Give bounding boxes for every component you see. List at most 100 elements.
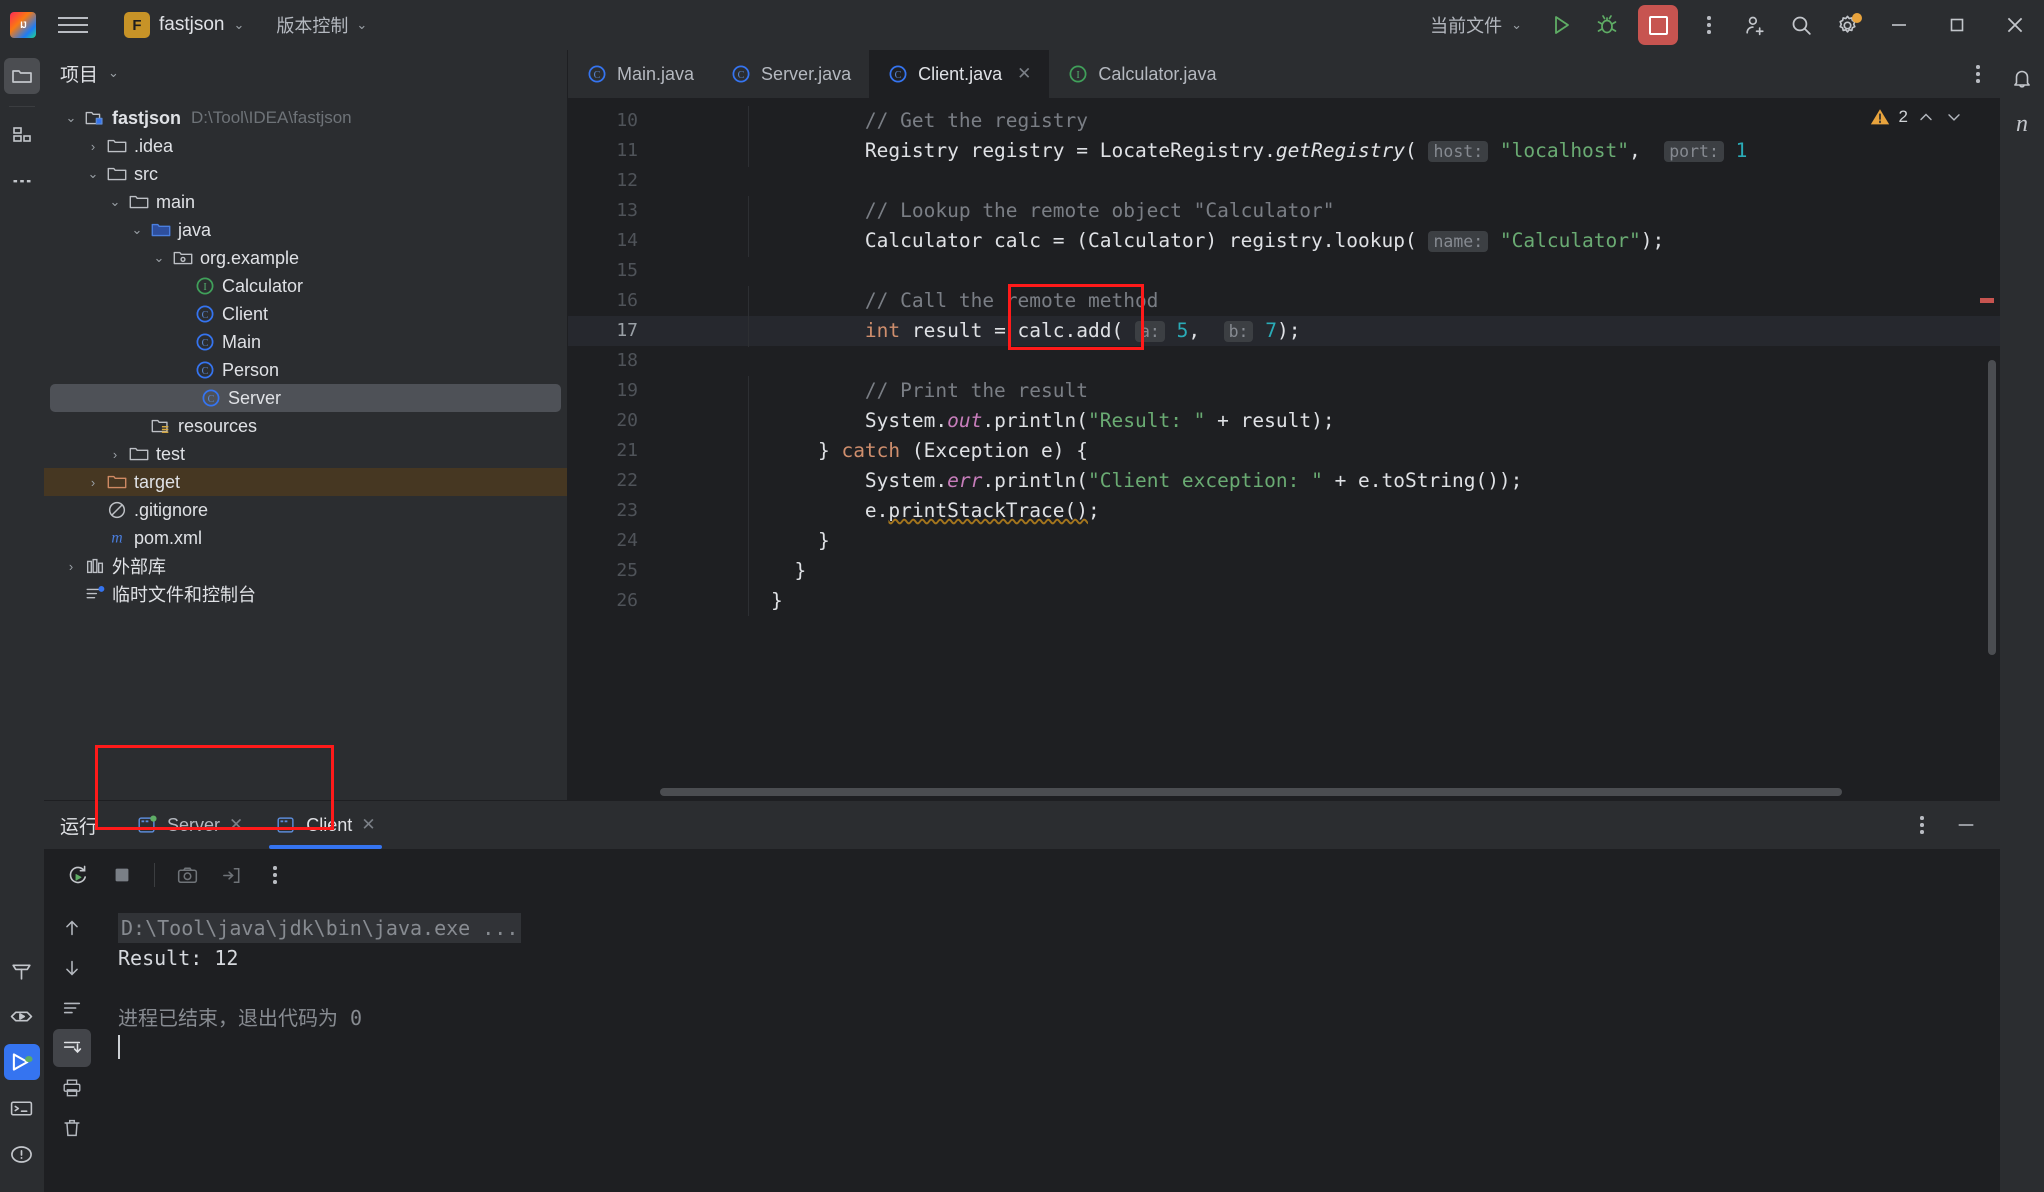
tree-node-person[interactable]: C Person	[44, 356, 567, 384]
chevron-down-icon[interactable]: ⌄	[82, 166, 104, 182]
close-icon[interactable]: ✕	[1017, 64, 1031, 84]
editor-tab-client-java[interactable]: C Client.java ✕	[869, 50, 1050, 98]
line-number[interactable]: 15	[568, 256, 656, 286]
line-number[interactable]: 10	[568, 106, 656, 136]
chevron-down-icon[interactable]: ⌄	[60, 110, 82, 126]
sidebar-item-project[interactable]	[3, 58, 40, 94]
sidebar-item-more[interactable]	[4, 163, 40, 199]
tree-node-label: Client	[222, 303, 269, 324]
console-output[interactable]: D:\Tool\java\jdk\bin\java.exe ... Result…	[100, 901, 1944, 1192]
search-everywhere-button[interactable]	[1778, 5, 1824, 45]
line-number[interactable]: 12	[568, 166, 656, 196]
line-number[interactable]: 22	[568, 466, 656, 496]
line-number[interactable]: 20	[568, 406, 656, 436]
line-number[interactable]: 13	[568, 196, 656, 226]
line-number[interactable]: 21	[568, 436, 656, 466]
close-icon[interactable]: ✕	[361, 815, 375, 835]
run-configuration-selector[interactable]: 当前文件 ⌄	[1430, 12, 1522, 38]
share-project-button[interactable]	[1732, 5, 1778, 45]
notifications-button[interactable]	[2004, 60, 2040, 96]
line-number[interactable]: 18	[568, 346, 656, 376]
scroll-up-button[interactable]	[53, 909, 91, 947]
tree-node-target[interactable]: › target	[44, 468, 567, 496]
sidebar-item-build[interactable]	[4, 952, 40, 988]
close-window-button[interactable]	[1986, 0, 2044, 50]
screenshot-button[interactable]	[167, 855, 207, 895]
hide-run-panel-button[interactable]	[1946, 805, 1986, 845]
chevron-right-icon[interactable]: ›	[82, 139, 104, 154]
scroll-down-button[interactable]	[53, 949, 91, 987]
project-selector[interactable]: F fastjson ⌄	[118, 9, 250, 41]
sidebar-item-terminal[interactable]	[4, 1090, 40, 1126]
sidebar-item-problems[interactable]	[4, 1136, 40, 1172]
editor-tab-options-button[interactable]	[1956, 50, 2000, 98]
line-number[interactable]: 23	[568, 496, 656, 526]
chevron-down-icon[interactable]: ⌄	[148, 250, 170, 266]
maximize-window-button[interactable]	[1928, 0, 1986, 50]
sidebar-item-services[interactable]	[4, 998, 40, 1034]
line-number[interactable]: 17	[568, 316, 656, 346]
run-tab-client[interactable]: Client ✕	[259, 801, 391, 849]
tree-node-server[interactable]: C Server	[50, 384, 561, 412]
line-number[interactable]: 16	[568, 286, 656, 316]
tree-node-test[interactable]: › test	[44, 440, 567, 468]
chevron-right-icon[interactable]: ›	[60, 559, 82, 574]
close-icon[interactable]: ✕	[229, 815, 243, 835]
line-number[interactable]: 26	[568, 586, 656, 616]
dump-threads-button[interactable]	[211, 855, 251, 895]
stop-process-button[interactable]	[102, 855, 142, 895]
editor-tab-calculator-java[interactable]: I Calculator.java	[1049, 50, 1234, 98]
debug-button[interactable]	[1584, 5, 1630, 45]
tree-node-外部库[interactable]: › 外部库	[44, 552, 567, 580]
minimize-window-button[interactable]	[1870, 0, 1928, 50]
tree-node-fastjson[interactable]: ⌄ fastjson D:\Tool\IDEA\fastjson	[44, 104, 567, 132]
editor-horizontal-scrollbar[interactable]	[660, 788, 1842, 796]
more-actions-button[interactable]	[1686, 5, 1732, 45]
sidebar-item-run[interactable]	[3, 1044, 40, 1080]
chevron-right-icon[interactable]: ›	[82, 475, 104, 490]
tree-node-client[interactable]: C Client	[44, 300, 567, 328]
settings-button[interactable]	[1824, 5, 1870, 45]
line-number[interactable]: 25	[568, 556, 656, 586]
line-number[interactable]: 19	[568, 376, 656, 406]
chevron-right-icon[interactable]: ›	[104, 447, 126, 462]
tree-node-main[interactable]: ⌄ main	[44, 188, 567, 216]
chevron-down-icon[interactable]: ⌄	[104, 194, 126, 210]
library-icon	[86, 558, 104, 574]
run-panel-options-button[interactable]	[1902, 805, 1942, 845]
rerun-button[interactable]	[58, 855, 98, 895]
run-more-options-button[interactable]	[255, 855, 295, 895]
soft-wrap-button[interactable]	[53, 989, 91, 1027]
project-panel-header[interactable]: 项目 ⌄	[44, 50, 567, 96]
run-button[interactable]	[1538, 5, 1584, 45]
sidebar-item-commit[interactable]	[4, 117, 40, 153]
line-number[interactable]: 14	[568, 226, 656, 256]
tree-node-临时文件和控制台[interactable]: 临时文件和控制台	[44, 580, 567, 608]
editor-tab-server-java[interactable]: C Server.java	[712, 50, 869, 98]
inspection-widget[interactable]: 2	[1869, 106, 1964, 128]
error-stripe-mark[interactable]	[1980, 298, 1994, 303]
code-editor[interactable]: 2 10 // Get the registry 11 Registry regi…	[568, 98, 2000, 800]
tree-node-org-example[interactable]: ⌄ org.example	[44, 244, 567, 272]
chevron-down-icon[interactable]: ⌄	[126, 222, 148, 238]
run-tab-server[interactable]: Server ✕	[120, 801, 259, 849]
scroll-to-end-button[interactable]	[53, 1029, 91, 1067]
tree-node-src[interactable]: ⌄ src	[44, 160, 567, 188]
tree-node-resources[interactable]: resources	[44, 412, 567, 440]
tree-node--gitignore[interactable]: .gitignore	[44, 496, 567, 524]
line-number[interactable]: 24	[568, 526, 656, 556]
line-number[interactable]: 11	[568, 136, 656, 166]
clear-all-button[interactable]	[53, 1109, 91, 1147]
tree-node--idea[interactable]: › .idea	[44, 132, 567, 160]
hamburger-menu-icon[interactable]	[58, 17, 92, 33]
stop-button[interactable]	[1638, 5, 1678, 45]
print-button[interactable]	[53, 1069, 91, 1107]
editor-tab-main-java[interactable]: C Main.java	[568, 50, 712, 98]
tree-node-main[interactable]: C Main	[44, 328, 567, 356]
vcs-menu[interactable]: 版本控制 ⌄	[276, 12, 367, 38]
tree-node-java[interactable]: ⌄ java	[44, 216, 567, 244]
editor-vertical-scrollbar[interactable]	[1988, 360, 1996, 655]
ai-assistant-button[interactable]: n	[2004, 106, 2040, 142]
tree-node-pom-xml[interactable]: m pom.xml	[44, 524, 567, 552]
tree-node-calculator[interactable]: I Calculator	[44, 272, 567, 300]
